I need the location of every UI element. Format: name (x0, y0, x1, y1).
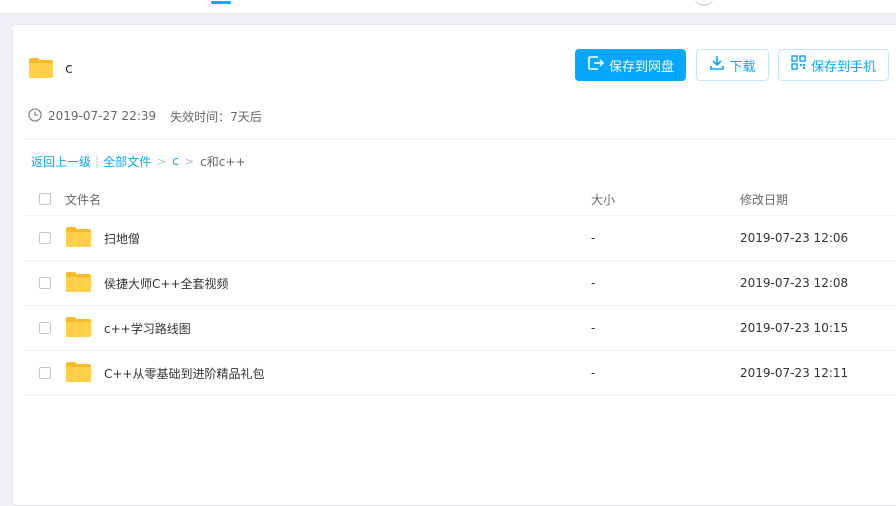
save-to-phone-label: 保存到手机 (810, 59, 876, 75)
folder-icon (65, 316, 92, 341)
clock-icon (28, 107, 42, 125)
file-name[interactable]: 扫地僧 (104, 230, 140, 247)
file-size: - (591, 231, 596, 245)
download-icon (709, 55, 729, 75)
folder-icon (65, 361, 92, 386)
download-label: 下载 (729, 59, 756, 75)
folder-icon (28, 57, 54, 82)
save-to-cloud-label: 保存到网盘 (608, 59, 674, 75)
breadcrumb-c-link[interactable]: c (172, 154, 179, 168)
file-name[interactable]: c++学习路线图 (104, 320, 191, 337)
folder-icon (65, 271, 92, 296)
table-row[interactable]: C++从零基础到进阶精品礼包 - 2019-07-23 12:11 (24, 351, 896, 396)
file-size: - (591, 321, 596, 335)
file-date: 2019-07-23 10:15 (740, 321, 849, 335)
file-name-cell: 扫地僧 (65, 226, 140, 251)
row-checkbox[interactable] (39, 322, 51, 334)
header-date[interactable]: 修改日期 (740, 191, 788, 208)
table-header: 文件名 大小 修改日期 (24, 184, 896, 214)
file-date: 2019-07-23 12:06 (740, 231, 849, 245)
header-size[interactable]: 大小 (591, 191, 615, 208)
section-divider (24, 139, 896, 140)
share-date: 2019-07-27 22:39 (48, 109, 157, 123)
file-date: 2019-07-23 12:11 (740, 366, 849, 380)
table-row[interactable]: 扫地僧 - 2019-07-23 12:06 (24, 216, 896, 261)
table-row[interactable]: c++学习路线图 - 2019-07-23 10:15 (24, 306, 896, 351)
all-files-link[interactable]: 全部文件 (103, 153, 151, 170)
qr-phone-icon (791, 55, 811, 75)
file-size: - (591, 276, 596, 290)
breadcrumb-arrow: > (184, 154, 195, 168)
breadcrumb-current: c和c++ (200, 154, 246, 169)
row-checkbox[interactable] (39, 367, 51, 379)
file-name-cell: c++学习路线图 (65, 316, 191, 341)
file-date: 2019-07-23 12:08 (740, 276, 849, 290)
table-row[interactable]: 侯捷大师C++全套视频 - 2019-07-23 12:08 (24, 261, 896, 306)
share-title: c (28, 57, 73, 81)
file-name-cell: 侯捷大师C++全套视频 (65, 271, 229, 296)
file-size: - (591, 366, 596, 380)
breadcrumb-separator: | (95, 154, 100, 168)
share-meta: 2019-07-27 22:39 失效时间： 7天后 (28, 107, 262, 125)
row-checkbox[interactable] (39, 277, 51, 289)
save-to-phone-button[interactable]: 保存到手机 (778, 49, 889, 81)
file-name[interactable]: 侯捷大师C++全套视频 (104, 275, 229, 292)
expire-value: 7天后 (230, 109, 262, 124)
save-to-cloud-button[interactable]: 保存到网盘 (575, 49, 686, 81)
nav-arc-icon (694, 0, 714, 6)
row-checkbox[interactable] (39, 232, 51, 244)
download-button[interactable]: 下载 (696, 49, 769, 81)
share-folder-name: c (65, 61, 73, 77)
back-link[interactable]: 返回上一级 (31, 153, 91, 170)
breadcrumb-arrow: > (157, 154, 167, 168)
folder-icon (65, 226, 92, 251)
file-name-cell: C++从零基础到进阶精品礼包 (65, 361, 265, 386)
select-all-checkbox[interactable] (39, 193, 51, 205)
expire-label: 失效时间： (170, 109, 231, 124)
top-nav-bar (0, 0, 896, 14)
file-name[interactable]: C++从零基础到进阶精品礼包 (104, 365, 265, 382)
save-to-cloud-icon (587, 55, 609, 75)
breadcrumb: 返回上一级 | 全部文件 > c > c和c++ (31, 152, 245, 170)
active-tab-indicator (211, 1, 231, 4)
header-filename[interactable]: 文件名 (65, 191, 101, 208)
